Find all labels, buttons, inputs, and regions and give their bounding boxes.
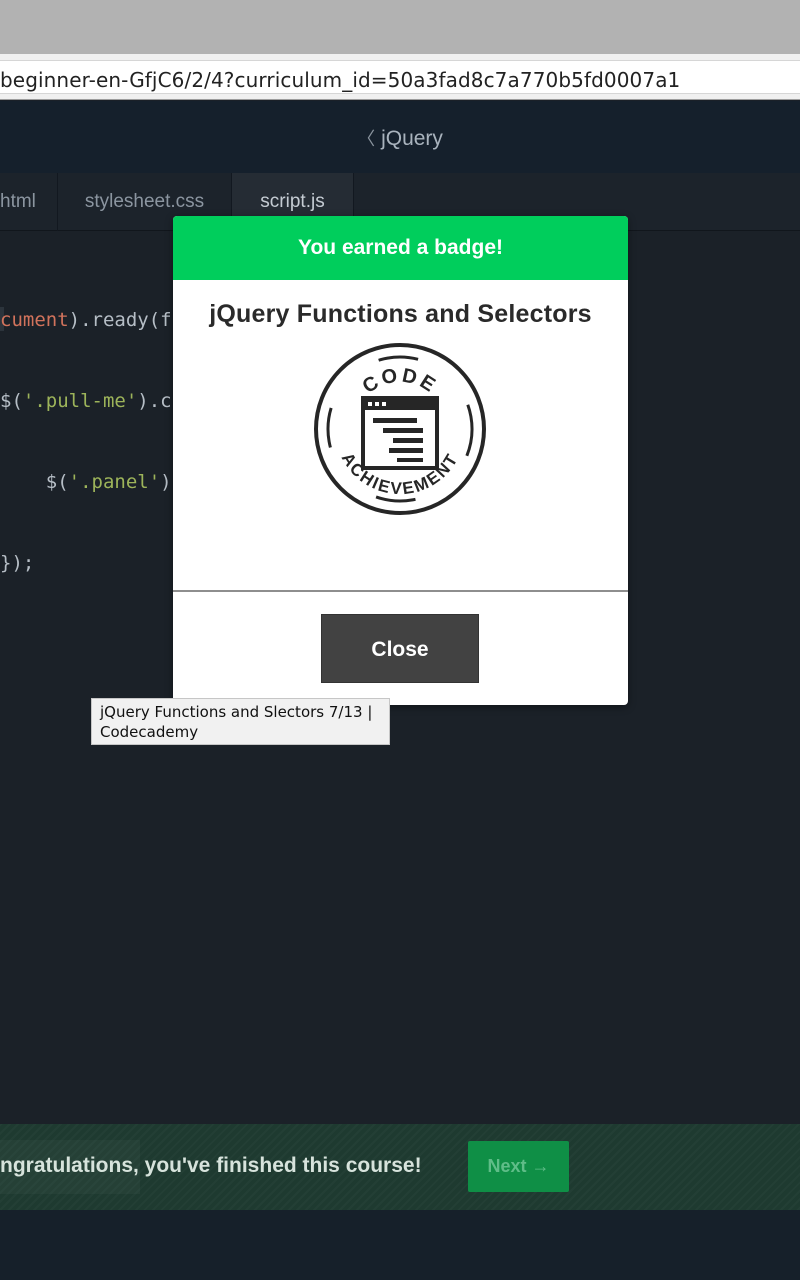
course-title-label: jQuery	[381, 127, 443, 150]
modal-divider	[173, 590, 628, 592]
code-line-4: });	[0, 552, 35, 574]
course-complete-bar: ngratulations, you've finished this cour…	[0, 1124, 800, 1210]
code-line-3: $('.panel')	[0, 471, 172, 493]
browser-address-bar[interactable]: beginner-en-GfjC6/2/4?curriculum_id=50a3…	[0, 54, 800, 100]
tooltip-line-2: Codecademy	[100, 723, 199, 741]
badge-svg: CODE ACHIEVEMENT	[314, 343, 486, 515]
tooltip-line-1: jQuery Functions and Slectors 7/13 |	[100, 703, 373, 721]
course-title[interactable]: 〈 jQuery	[0, 125, 800, 151]
next-button[interactable]: Next →	[468, 1141, 569, 1192]
code-line-2: $('.pull-me').c	[0, 390, 172, 412]
url-field[interactable]: beginner-en-GfjC6/2/4?curriculum_id=50a3…	[0, 60, 800, 94]
tab-html[interactable]: html	[0, 173, 58, 231]
tab-tooltip: jQuery Functions and Slectors 7/13 | Cod…	[91, 698, 390, 745]
badge-title: jQuery Functions and Selectors	[209, 300, 592, 328]
code-content[interactable]: cument).ready(f $('.pull-me').c $('.pane…	[0, 253, 172, 631]
browser-titlebar	[0, 0, 800, 54]
url-text: beginner-en-GfjC6/2/4?curriculum_id=50a3…	[0, 68, 681, 92]
code-line-1: cument).ready(f	[0, 309, 172, 331]
badge-top-text: CODE	[359, 364, 442, 398]
close-button[interactable]: Close	[321, 614, 479, 683]
code-achievement-badge-icon: CODE ACHIEVEMENT	[313, 342, 487, 516]
congratulations-message: ngratulations, you've finished this cour…	[0, 1154, 422, 1177]
modal-header: You earned a badge!	[173, 216, 628, 280]
badge-modal: You earned a badge! jQuery Functions and…	[173, 216, 628, 705]
chevron-left-icon: 〈	[357, 129, 376, 149]
bottom-strip	[0, 1210, 800, 1280]
course-header: 〈 jQuery	[0, 101, 800, 173]
